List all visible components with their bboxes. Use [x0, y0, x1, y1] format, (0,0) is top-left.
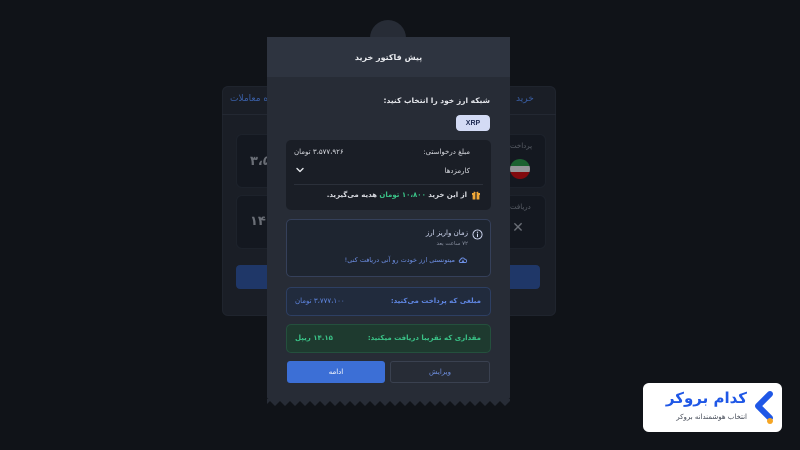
cloud-download-icon [458, 257, 468, 263]
gift-text-after: هدیه می‌گیرید. [326, 191, 380, 199]
background-tab-trades: ه معاملات [230, 94, 269, 104]
brand-logo-name: کدام بروکر [665, 389, 747, 407]
receive-amount-box: مقداری که تقریبا دریافت میکنید: ۱۴.۱۵ ری… [286, 324, 491, 353]
receive-amount-label: مقداری که تقریبا دریافت میکنید: [367, 334, 481, 342]
modal-title: پیش فاکتور خرید [354, 52, 423, 62]
panel-divider [294, 184, 483, 185]
background-pay-label: پرداخت [510, 142, 533, 150]
amount-details-panel: مبلغ درخواستی: ۳،۵۷۷،۹۲۶ تومان کارمزدها … [286, 140, 491, 210]
iran-flag-icon [510, 159, 530, 179]
brand-logo-tagline: انتخاب هوشمندانه بروکر [676, 413, 747, 421]
network-select-label: شبکه ارز خود را انتخاب کنید: [383, 96, 490, 105]
total-pay-value: ۳،۷۷۷،۱۰۰ تومان [295, 297, 345, 305]
modal-header: پیش فاکتور خرید [267, 37, 510, 77]
gift-amount: ۱۰،۸۰۰ تومان [379, 191, 426, 199]
info-icon [472, 229, 483, 240]
gift-text-before: از این خرید [425, 191, 467, 199]
xrp-icon: ✕ [512, 220, 524, 236]
chevron-down-icon[interactable] [295, 164, 305, 176]
deposit-time-box: زمان واریز ارز ۷۲ ساعت بعد میتونستی ارز … [286, 219, 491, 277]
total-pay-label: مبلغی که پرداخت می‌کنید: [390, 297, 481, 305]
gift-message: از این خرید ۱۰،۸۰۰ تومان هدیه می‌گیرید. [327, 191, 467, 199]
network-chip-xrp[interactable]: XRP [456, 115, 490, 131]
brand-chevron-icon [755, 391, 773, 424]
total-pay-box: مبلغی که پرداخت می‌کنید: ۳،۷۷۷،۱۰۰ تومان [286, 287, 491, 316]
instant-receive-link[interactable]: میتونستی ارز خودت رو آنی دریافت کنی! [345, 256, 455, 264]
requested-amount-value: ۳،۵۷۷،۹۲۶ تومان [294, 148, 344, 156]
background-tab-buy: خرید [516, 94, 534, 104]
fees-toggle-label[interactable]: کارمزدها [445, 167, 470, 175]
background-receive-label: دریافت [510, 203, 531, 211]
receive-amount-value: ۱۴.۱۵ ریپل [295, 334, 333, 342]
modal-zigzag-edge [267, 399, 510, 406]
brand-logo: کدام بروکر انتخاب هوشمندانه بروکر [643, 383, 782, 432]
edit-button[interactable]: ویرایش [390, 361, 490, 383]
deposit-time-value: ۷۲ ساعت بعد [436, 241, 468, 247]
gift-icon [472, 191, 480, 200]
deposit-time-title: زمان واریز ارز [425, 229, 468, 237]
requested-amount-label: مبلغ درخواستی: [423, 148, 470, 156]
continue-button[interactable]: ادامه [287, 361, 385, 383]
